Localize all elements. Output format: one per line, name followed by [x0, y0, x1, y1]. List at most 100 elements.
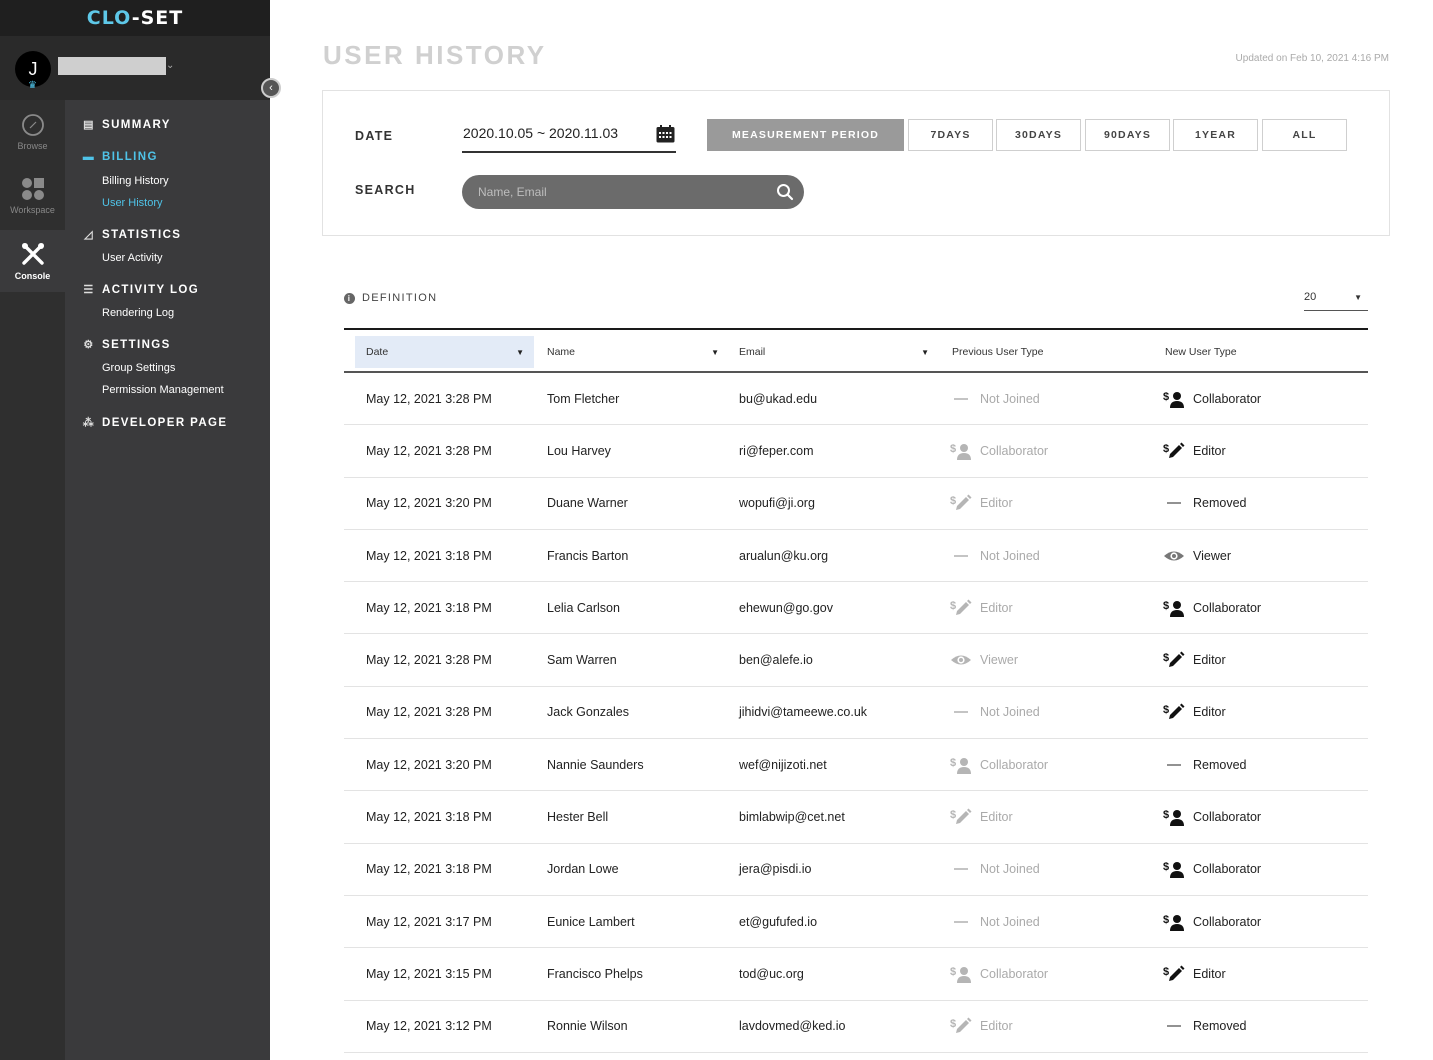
developer-icon: ⁂	[82, 417, 96, 429]
table-row[interactable]: May 12, 2021 3:18 PM Hester Bell bimlabw…	[344, 791, 1368, 844]
cell-name: Lou Harvey	[547, 443, 611, 458]
grid-icon	[21, 178, 44, 200]
cell-name: Duane Warner	[547, 496, 628, 511]
menu-user-activity[interactable]: User Activity	[102, 252, 163, 264]
table-row[interactable]: May 12, 2021 3:28 PM Tom Fletcher bu@uka…	[344, 373, 1368, 426]
cell-date: May 12, 2021 3:28 PM	[366, 391, 492, 406]
cell-date: May 12, 2021 3:28 PM	[366, 653, 492, 668]
collaborator-icon: $	[950, 442, 972, 460]
page-size-select[interactable]: 20 ▼	[1304, 291, 1368, 311]
menu-settings[interactable]: ⚙ SETTINGS	[82, 338, 171, 352]
eye-icon	[1163, 547, 1185, 565]
date-range-value[interactable]: 2020.10.05 ~ 2020.11.03	[463, 125, 618, 141]
sort-down-icon: ▼	[711, 347, 719, 357]
chevron-down-icon[interactable]: ⌄	[166, 60, 174, 71]
svg-text:$: $	[950, 966, 956, 978]
cell-name: Nannie Saunders	[547, 757, 644, 772]
editor-icon: $	[950, 494, 972, 512]
menu-billing-history[interactable]: Billing History	[102, 175, 169, 187]
crown-icon: ♛	[28, 80, 37, 91]
updated-timestamp: Updated on Feb 10, 2021 4:16 PM	[1235, 53, 1389, 64]
cell-name: Francis Barton	[547, 548, 629, 563]
table-row[interactable]: May 12, 2021 3:18 PM Lelia Carlson ehewu…	[344, 582, 1368, 635]
table-header: Date ▼ Name ▼ Email ▼ Previous User Type…	[344, 328, 1368, 373]
period-1year-button[interactable]: 1YEAR	[1173, 119, 1258, 151]
header-previous-type: Previous User Type	[952, 346, 1044, 358]
cell-previous-type: $ Editor	[950, 494, 1013, 512]
summary-icon: ▤	[83, 119, 95, 131]
cell-email: arualun@ku.org	[739, 548, 829, 563]
dash-icon	[950, 390, 972, 408]
period-90days-button[interactable]: 90DAYS	[1085, 119, 1170, 151]
svg-text:$: $	[1163, 652, 1169, 664]
period-7days-button[interactable]: 7DAYS	[908, 119, 993, 151]
cell-new-type: $ Editor	[1163, 651, 1226, 668]
collaborator-icon: $	[950, 965, 972, 983]
table-row[interactable]: May 12, 2021 3:28 PM Sam Warren ben@alef…	[344, 634, 1368, 687]
header-date[interactable]: Date ▼	[355, 336, 534, 368]
cell-new-type: $ Editor	[1163, 965, 1226, 983]
period-30days-button[interactable]: 30DAYS	[996, 119, 1081, 151]
search-icon[interactable]	[776, 183, 794, 201]
cell-previous-type: Not Joined	[950, 687, 1040, 738]
cell-name: Eunice Lambert	[547, 914, 635, 929]
closet-logo[interactable]: CLO-SET	[87, 7, 183, 29]
cell-date: May 12, 2021 3:17 PM	[366, 914, 492, 929]
menu-user-history[interactable]: User History	[102, 197, 163, 209]
collaborator-icon: $	[1163, 599, 1185, 617]
editor-icon: $	[1163, 965, 1185, 983]
header-email[interactable]: Email ▼	[739, 336, 929, 368]
cell-new-type: $ Collaborator	[1163, 861, 1262, 879]
table-row[interactable]: May 12, 2021 3:28 PM Jack Gonzales jihid…	[344, 687, 1368, 740]
cell-name: Francisco Phelps	[547, 966, 643, 981]
chart-icon: ◿	[84, 229, 94, 241]
period-all-button[interactable]: ALL	[1262, 119, 1347, 151]
dash-icon	[950, 703, 972, 721]
cell-date: May 12, 2021 3:18 PM	[366, 862, 492, 877]
table-row[interactable]: May 12, 2021 3:15 PM Francisco Phelps to…	[344, 948, 1368, 1001]
menu-permission-management[interactable]: Permission Management	[102, 384, 224, 396]
cell-new-type: Removed	[1163, 478, 1247, 529]
rail-browse[interactable]: Browse	[0, 101, 65, 163]
menu-billing[interactable]: ▬ BILLING	[82, 151, 158, 163]
menu-activity-log[interactable]: ☰ ACTIVITY LOG	[82, 283, 199, 297]
collaborator-icon: $	[1163, 913, 1185, 931]
editor-icon: $	[1163, 442, 1185, 460]
cell-name: Tom Fletcher	[547, 391, 620, 406]
collapse-sidebar-button[interactable]: ‹	[261, 78, 281, 98]
menu-developer-page[interactable]: ⁂ DEVELOPER PAGE	[82, 416, 227, 430]
cell-new-type: Removed	[1163, 1001, 1247, 1052]
user-bar: J ♛ ⌄	[0, 36, 270, 100]
definition-toggle[interactable]: i DEFINITION	[344, 292, 437, 304]
menu-statistics[interactable]: ◿ STATISTICS	[82, 228, 181, 242]
period-measurement-button[interactable]: MEASUREMENT PERIOD	[707, 119, 904, 151]
caret-down-icon: ▼	[1354, 293, 1362, 302]
cell-previous-type: Not Joined	[950, 844, 1040, 895]
table-row[interactable]: May 12, 2021 3:20 PM Duane Warner wopufi…	[344, 478, 1368, 530]
cell-previous-type: $ Editor	[950, 599, 1013, 615]
header-name[interactable]: Name ▼	[547, 336, 719, 368]
date-underline	[462, 151, 676, 153]
search-input[interactable]	[462, 175, 804, 209]
rail-console[interactable]: Console	[0, 230, 65, 292]
menu-rendering-log[interactable]: Rendering Log	[102, 307, 174, 319]
cell-date: May 12, 2021 3:15 PM	[366, 966, 492, 981]
table-body: May 12, 2021 3:28 PM Tom Fletcher bu@uka…	[344, 373, 1368, 1053]
menu-summary[interactable]: ▤ SUMMARY	[82, 118, 171, 132]
table-row[interactable]: May 12, 2021 3:28 PM Lou Harvey ri@feper…	[344, 425, 1368, 478]
menu-group-settings[interactable]: Group Settings	[102, 362, 175, 374]
username-redacted[interactable]	[58, 57, 166, 75]
svg-text:$: $	[950, 1018, 956, 1030]
calendar-icon[interactable]	[656, 125, 675, 143]
logo-bar: CLO-SET	[0, 0, 270, 36]
table-row[interactable]: May 12, 2021 3:12 PM Ronnie Wilson lavdo…	[344, 1001, 1368, 1053]
cell-email: wef@nijizoti.net	[739, 757, 827, 772]
table-row[interactable]: May 12, 2021 3:18 PM Francis Barton arua…	[344, 530, 1368, 583]
table-row[interactable]: May 12, 2021 3:17 PM Eunice Lambert et@g…	[344, 896, 1368, 949]
table-row[interactable]: May 12, 2021 3:20 PM Nannie Saunders wef…	[344, 739, 1368, 792]
cell-email: bimlabwip@cet.net	[739, 810, 845, 825]
rail-workspace[interactable]: Workspace	[0, 165, 65, 227]
dash-icon	[950, 913, 972, 931]
cell-date: May 12, 2021 3:12 PM	[366, 1019, 492, 1034]
table-row[interactable]: May 12, 2021 3:18 PM Jordan Lowe jera@pi…	[344, 844, 1368, 896]
